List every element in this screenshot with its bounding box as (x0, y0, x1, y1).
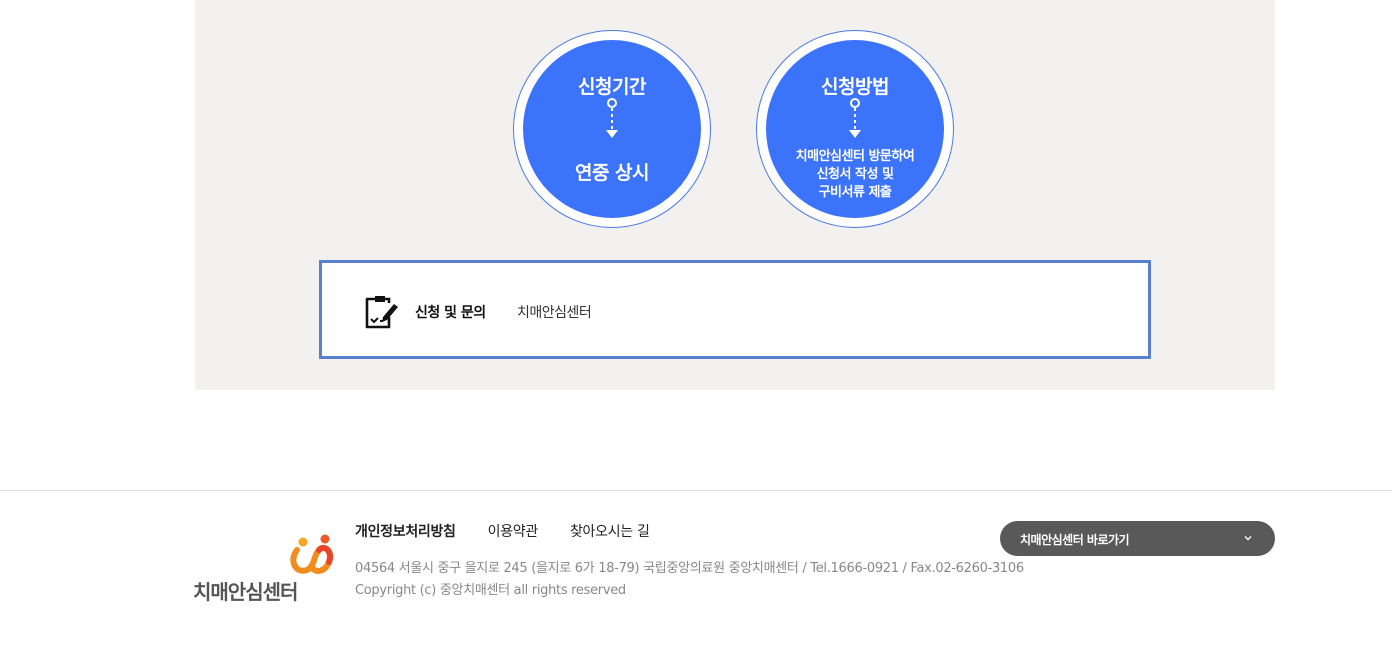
privacy-policy-link[interactable]: 개인정보처리방침 (355, 521, 456, 541)
inquiry-box: 신청 및 문의 치매안심센터 (319, 260, 1151, 359)
application-period-value: 연중 상시 (574, 162, 650, 184)
footer-divider (0, 490, 1392, 491)
logo-text: 치매안심센터 (193, 580, 298, 604)
application-method-line: 구비서류 제출 (818, 185, 892, 200)
inquiry-value: 치매안심센터 (517, 305, 592, 321)
directions-link[interactable]: 찾아오시는 길 (570, 521, 650, 541)
application-method-text: 치매안심센터 방문하여 신청서 작성 및 구비서류 제출 (766, 148, 944, 202)
logo-mark-icon (290, 534, 333, 574)
center-shortcut-select[interactable]: 치매안심센터 바로가기 (1000, 521, 1275, 556)
footer-copyright: Copyright (c) 중앙치매센터 all rights reserved (355, 583, 626, 598)
footer-links: 개인정보처리방침 이용약관 찾아오시는 길 (355, 521, 650, 541)
application-period-disc: 신청기간 연중 상시 (523, 40, 701, 218)
application-period-title: 신청기간 (578, 76, 646, 98)
clipboard-pen-icon (365, 296, 398, 329)
application-method-line: 신청서 작성 및 (816, 167, 894, 182)
application-method-line: 치매안심센터 방문하여 (795, 149, 915, 164)
dotted-arrow-icon (606, 98, 618, 138)
footer-logo: 치매안심센터 (193, 532, 343, 604)
chevron-down-icon (1244, 536, 1252, 541)
dotted-arrow-icon (849, 98, 861, 138)
application-method-circle: 신청방법 치매안심센터 방문하여 신청서 작성 및 구비서류 제출 (756, 30, 954, 228)
terms-link[interactable]: 이용약관 (488, 521, 539, 541)
application-method-disc: 신청방법 치매안심센터 방문하여 신청서 작성 및 구비서류 제출 (766, 40, 944, 218)
footer-address: 04564 서울시 중구 을지로 245 (을지로 6가 18-79) 국립중앙… (355, 561, 1024, 576)
center-shortcut-label: 치매안심센터 바로가기 (1020, 533, 1130, 547)
application-period-circle: 신청기간 연중 상시 (513, 30, 711, 228)
inquiry-label: 신청 및 문의 (415, 305, 486, 321)
application-method-title: 신청방법 (821, 76, 889, 98)
